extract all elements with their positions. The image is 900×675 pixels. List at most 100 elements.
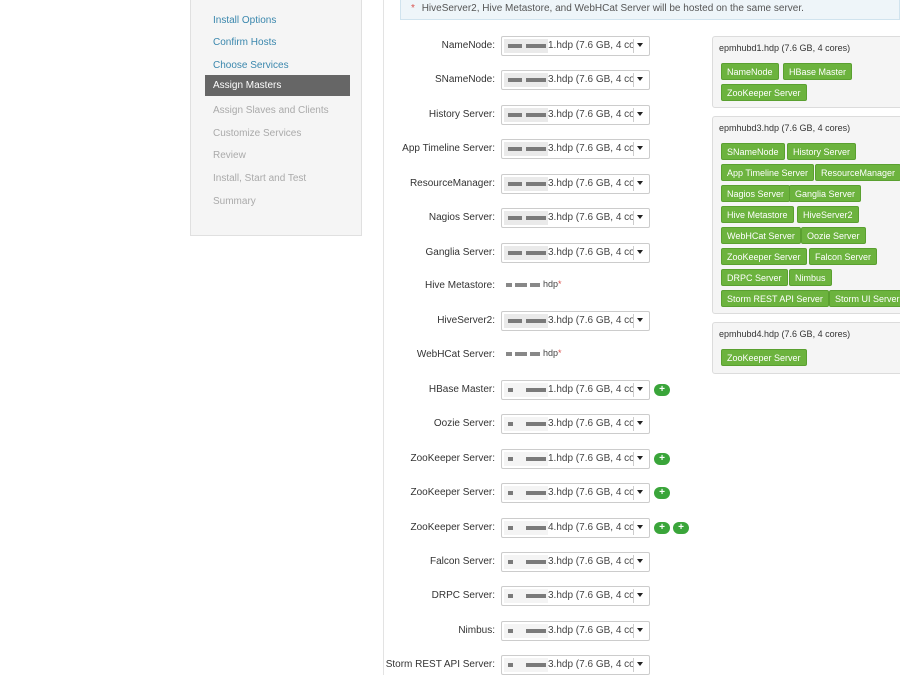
host-select-dropdown[interactable]: 3.hdp (7.6 GB, 4 cores): [501, 70, 650, 90]
host-select-dropdown[interactable]: 3.hdp (7.6 GB, 4 cores): [501, 139, 650, 159]
assignment-label: Falcon Server:: [429, 556, 495, 567]
redacted-hostname: [504, 521, 548, 535]
host-select-dropdown[interactable]: 3.hdp (7.6 GB, 4 cores): [501, 552, 650, 572]
add-component-button[interactable]: +: [654, 384, 670, 396]
service-badge: ZooKeeper Server: [721, 248, 807, 265]
content-divider: [383, 0, 384, 675]
chevron-down-icon[interactable]: [633, 39, 646, 53]
required-mark: *: [558, 348, 562, 358]
chevron-down-icon[interactable]: [633, 177, 646, 191]
redacted-hostname: [504, 39, 548, 53]
add-component-button[interactable]: +: [673, 522, 689, 534]
host-select-dropdown[interactable]: 1.hdp (7.6 GB, 4 cores): [501, 36, 650, 56]
add-component-button[interactable]: +: [654, 522, 670, 534]
selected-host-text: 3.hdp (7.6 GB, 4 cores): [548, 109, 634, 120]
chevron-down-icon[interactable]: [633, 589, 646, 603]
sidebar-step-install-options[interactable]: Install Options: [205, 10, 350, 31]
redacted-hostname: [504, 246, 548, 260]
service-badge: App Timeline Server: [721, 164, 815, 181]
assignment-label: SNameNode:: [434, 74, 495, 85]
assignment-label: Ganglia Server:: [425, 247, 495, 258]
selected-host-text: 3.hdp (7.6 GB, 4 cores): [548, 556, 634, 567]
host-select-dropdown[interactable]: 3.hdp (7.6 GB, 4 cores): [501, 311, 650, 331]
service-badge: Ganglia Server: [789, 185, 862, 202]
redacted-hostname: [504, 142, 548, 156]
host-select-dropdown[interactable]: 3.hdp (7.6 GB, 4 cores): [501, 174, 650, 194]
static-host-text: hdp*: [506, 348, 562, 358]
chevron-down-icon[interactable]: [633, 521, 646, 535]
chevron-down-icon[interactable]: [633, 486, 646, 500]
host-select-dropdown[interactable]: 3.hdp (7.6 GB, 4 cores): [501, 414, 650, 434]
add-component-button[interactable]: +: [654, 453, 670, 465]
chevron-down-icon[interactable]: [633, 211, 646, 225]
host-suffix: hdp: [543, 348, 559, 358]
host-select-dropdown[interactable]: 3.hdp (7.6 GB, 4 cores): [501, 208, 650, 228]
redacted-hostname: [504, 108, 548, 122]
sidebar-step-customize-services: Customize Services: [213, 128, 302, 139]
host-panel: epmhubd3.hdp (7.6 GB, 4 cores) SNameNode H…: [712, 116, 900, 314]
selected-host-text: 3.hdp (7.6 GB, 4 cores): [548, 590, 634, 601]
selected-host-text: 3.hdp (7.6 GB, 4 cores): [548, 659, 634, 670]
chevron-down-icon[interactable]: [633, 452, 646, 466]
host-select-dropdown[interactable]: 1.hdp (7.6 GB, 4 cores): [501, 380, 650, 400]
service-badge: Falcon Server: [809, 248, 878, 265]
selected-host-text: 4.hdp (7.6 GB, 4 cores): [548, 522, 634, 533]
redacted-hostname: [515, 282, 527, 287]
chevron-down-icon[interactable]: [633, 314, 646, 328]
host-select-dropdown[interactable]: 3.hdp (7.6 GB, 4 cores): [501, 243, 650, 263]
assignment-label: Oozie Server:: [433, 418, 495, 429]
redacted-hostname: [504, 211, 548, 225]
assignment-label: WebHCat Server:: [416, 349, 495, 360]
host-panel: epmhubd1.hdp (7.6 GB, 4 cores) NameNode HB…: [712, 36, 900, 108]
service-badge: Nagios Server: [721, 185, 791, 202]
host-select-dropdown[interactable]: 3.hdp (7.6 GB, 4 cores): [501, 621, 650, 641]
add-component-button[interactable]: +: [654, 487, 670, 499]
host-suffix: hdp: [543, 279, 559, 289]
same-server-alert: * HiveServer2, Hive Metastore, and WebHC…: [400, 0, 900, 20]
selected-host-text: 1.hdp (7.6 GB, 4 cores): [548, 384, 634, 395]
host-panel-title: epmhubd4.hdp (7.6 GB, 4 cores): [719, 329, 851, 339]
redacted-hostname: [504, 314, 548, 328]
assignment-label: DRPC Server:: [431, 590, 495, 601]
assignment-label: ResourceManager:: [409, 178, 495, 189]
redacted-hostname: [504, 555, 548, 569]
selected-host-text: 3.hdp (7.6 GB, 4 cores): [548, 247, 634, 258]
chevron-down-icon[interactable]: [633, 108, 646, 122]
selected-host-text: 3.hdp (7.6 GB, 4 cores): [548, 487, 634, 498]
service-badge: SNameNode: [721, 143, 785, 160]
service-badge: ZooKeeper Server: [721, 349, 807, 366]
selected-host-text: 3.hdp (7.6 GB, 4 cores): [548, 212, 634, 223]
redacted-hostname: [504, 658, 548, 672]
chevron-down-icon[interactable]: [633, 555, 646, 569]
redacted-hostname: [504, 589, 548, 603]
chevron-down-icon[interactable]: [633, 246, 646, 260]
assignment-label: ZooKeeper Server:: [410, 487, 496, 498]
service-badge: Storm UI Server: [829, 290, 900, 307]
chevron-down-icon[interactable]: [633, 383, 646, 397]
host-select-dropdown[interactable]: 3.hdp (7.6 GB, 4 cores): [501, 655, 650, 675]
assignment-label: Storm REST API Server:: [385, 659, 495, 670]
redacted-hostname: [504, 624, 548, 638]
host-select-dropdown[interactable]: 1.hdp (7.6 GB, 4 cores): [501, 449, 650, 469]
chevron-down-icon[interactable]: [633, 417, 646, 431]
redacted-hostname: [504, 417, 548, 431]
host-panel-title: epmhubd3.hdp (7.6 GB, 4 cores): [719, 123, 851, 133]
assignment-label: App Timeline Server:: [402, 143, 495, 154]
host-panel-title: epmhubd1.hdp (7.6 GB, 4 cores): [719, 43, 851, 53]
service-badge: ResourceManager: [815, 164, 900, 181]
chevron-down-icon[interactable]: [633, 142, 646, 156]
service-badge: HiveServer2: [797, 206, 859, 223]
redacted-hostname: [530, 351, 540, 356]
host-select-dropdown[interactable]: 3.hdp (7.6 GB, 4 cores): [501, 483, 650, 503]
chevron-down-icon[interactable]: [633, 624, 646, 638]
chevron-down-icon[interactable]: [633, 73, 646, 87]
assignment-label: Nimbus:: [458, 625, 495, 636]
selected-host-text: 3.hdp (7.6 GB, 4 cores): [548, 418, 634, 429]
host-select-dropdown[interactable]: 4.hdp (7.6 GB, 4 cores): [501, 518, 650, 538]
chevron-down-icon[interactable]: [633, 658, 646, 672]
selected-host-text: 1.hdp (7.6 GB, 4 cores): [548, 40, 634, 51]
host-select-dropdown[interactable]: 3.hdp (7.6 GB, 4 cores): [501, 105, 650, 125]
redacted-hostname: [504, 452, 548, 466]
host-select-dropdown[interactable]: 3.hdp (7.6 GB, 4 cores): [501, 586, 650, 606]
assignment-label: Hive Metastore:: [424, 280, 495, 291]
